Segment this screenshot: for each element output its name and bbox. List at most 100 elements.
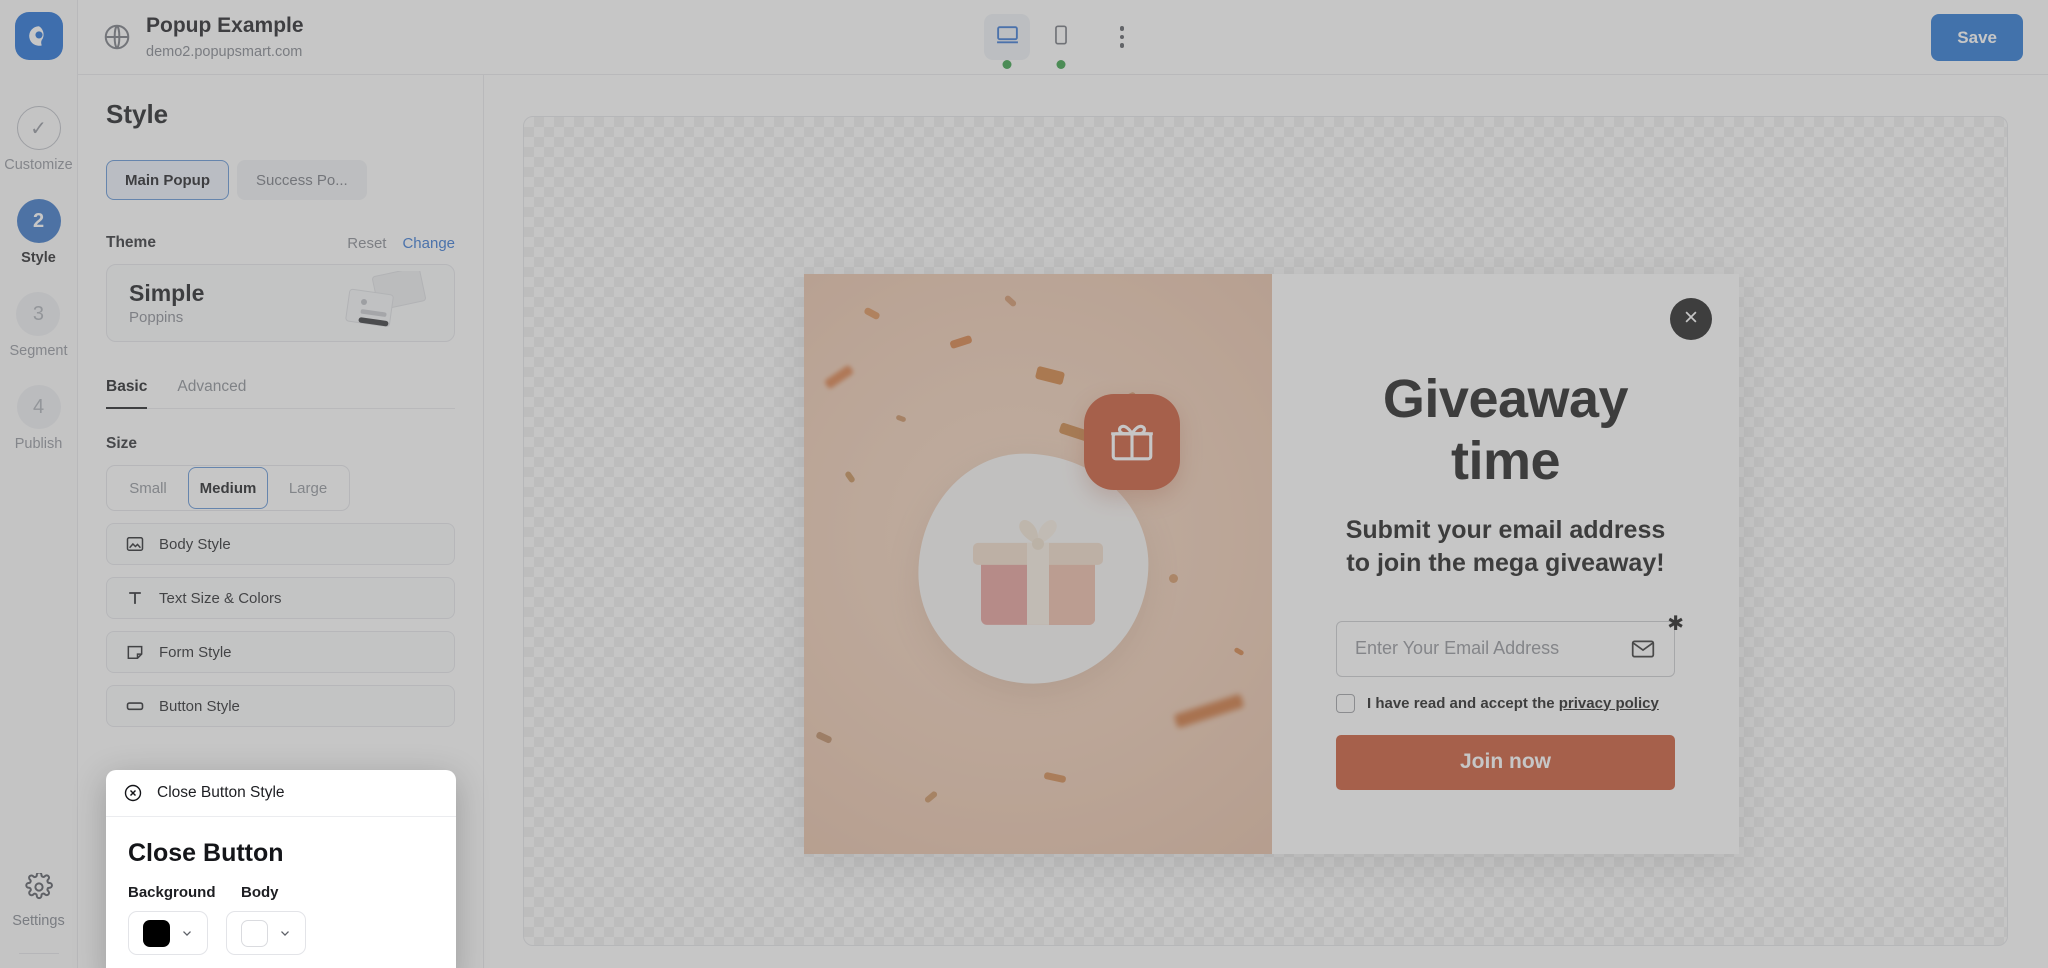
body-color-label: Body [241,884,279,901]
tab-success-popup[interactable]: Success Po... [237,160,367,200]
size-label: Size [106,435,138,452]
rail-step-segment-label: Segment [9,343,68,359]
tab-advanced[interactable]: Advanced [177,378,246,408]
image-icon [125,534,145,554]
theme-change-link[interactable]: Change [402,235,455,252]
consent-checkbox[interactable] [1336,693,1355,713]
step-list: ✓ Customize 2 Style 3 Segment 4 Publish [4,106,73,478]
required-marker: ✱ [1667,612,1684,635]
close-button-style-popover: Close Button Style Close Button Backgrou… [106,770,456,968]
popover-header-title: Close Button Style [157,784,285,801]
popup-type-tabs: Main Popup Success Po... [106,160,455,200]
device-switcher [984,14,1142,69]
basic-advanced-tabs: Basic Advanced [106,378,455,409]
top-bar: Popup Example demo2.popupsmart.com Save [78,0,2048,75]
accordion-body-style[interactable]: Body Style [106,523,455,565]
theme-label: Theme [106,234,156,251]
rail-divider [18,953,59,954]
save-button[interactable]: Save [1931,14,2023,61]
globe-icon [102,22,132,52]
accordion-body-style-label: Body Style [159,535,231,553]
popupsmart-logo-icon [26,23,52,49]
popup-headline: Giveaway time [1382,369,1629,491]
theme-font: Poppins [129,309,184,326]
popover-title: Close Button [128,839,284,867]
body-color-picker[interactable] [226,911,306,955]
accordion-button-style-label: Button Style [159,697,240,715]
desktop-icon [995,22,1020,52]
form-icon [125,642,145,662]
size-segmented-control: Small Medium Large [106,465,350,511]
accordion-text-size-colors[interactable]: Text Size & Colors [106,577,455,619]
rail-step-publish-badge: 4 [16,385,61,429]
size-option-small[interactable]: Small [108,467,188,509]
rail-step-customize[interactable]: ✓ Customize [4,106,73,173]
mobile-status-dot [1056,60,1066,69]
popover-header: Close Button Style [106,770,456,817]
mail-icon [1630,636,1656,662]
rail-step-style[interactable]: 2 Style [16,199,61,266]
kebab-menu-icon[interactable] [1102,17,1142,57]
gear-icon [24,871,53,906]
accordion-form-style-label: Form Style [159,643,232,661]
popup-subheadline: Submit your email address to join the me… [1345,516,1666,578]
email-placeholder-text: Enter Your Email Address [1355,638,1560,658]
tab-basic[interactable]: Basic [106,378,148,409]
text-icon [125,588,145,608]
site-url: demo2.popupsmart.com [146,43,303,60]
left-rail: ✓ Customize 2 Style 3 Segment 4 Publish … [0,0,78,968]
consent-row: I have read and accept the privacy polic… [1336,693,1675,713]
popup-preview: Giveaway time Submit your email address … [804,274,1739,854]
theme-thumbnail [314,267,444,337]
theme-reset-link[interactable]: Reset [347,235,386,252]
popover-body: Close Button Background Body [106,817,456,968]
app-logo[interactable] [14,12,63,60]
accordion-form-style[interactable]: Form Style [106,631,455,673]
popup-content-panel: Giveaway time Submit your email address … [1272,274,1739,854]
rail-step-segment-badge: 3 [16,292,61,336]
rail-step-style-label: Style [21,250,56,266]
desktop-status-dot [1002,60,1012,69]
rail-step-segment[interactable]: 3 Segment [9,292,68,359]
chevron-down-icon [278,926,292,940]
theme-name: Simple [129,280,205,306]
panel-title: Style [106,99,169,129]
button-icon [125,696,145,716]
rail-step-customize-label: Customize [4,157,73,173]
rail-step-style-badge: 2 [16,199,61,243]
email-input[interactable]: Enter Your Email Address ✱ [1336,614,1684,677]
consent-text: I have read and accept the [1367,694,1559,712]
device-mobile-button[interactable] [1038,14,1084,69]
gift-badge [1084,394,1180,490]
device-desktop-button[interactable] [984,14,1030,69]
gift-illustration [963,511,1113,629]
theme-card[interactable]: Simple Poppins [106,264,455,342]
popup-close-button[interactable] [1670,298,1712,340]
rail-step-customize-badge: ✓ [16,106,61,150]
rail-settings[interactable]: Settings [12,871,65,954]
close-icon [1682,308,1700,331]
page-title: Popup Example [146,14,304,38]
popup-form: Enter Your Email Address ✱ I have read a… [1336,614,1684,790]
site-info: Popup Example demo2.popupsmart.com [102,13,304,60]
mobile-icon [1050,24,1072,51]
privacy-policy-link[interactable]: privacy policy [1559,695,1659,712]
gift-icon [1107,415,1157,470]
accordion-button-style[interactable]: Button Style [106,685,455,727]
background-color-label: Background [128,884,216,901]
tab-main-popup[interactable]: Main Popup [106,160,229,200]
background-color-picker[interactable] [128,911,208,955]
size-option-large[interactable]: Large [268,467,348,509]
close-circle-icon [123,783,143,803]
rail-settings-label: Settings [12,913,65,929]
rail-step-publish[interactable]: 4 Publish [14,385,63,452]
chevron-down-icon [180,926,194,940]
background-color-swatch [142,919,170,947]
rail-step-publish-label: Publish [14,436,63,452]
accordion-text-size-colors-label: Text Size & Colors [159,589,282,607]
size-option-medium[interactable]: Medium [188,467,268,509]
join-now-button[interactable]: Join now [1336,734,1675,790]
popup-image-panel [804,274,1272,854]
theme-header: Theme Reset Change [106,234,455,252]
body-color-swatch [240,919,268,947]
